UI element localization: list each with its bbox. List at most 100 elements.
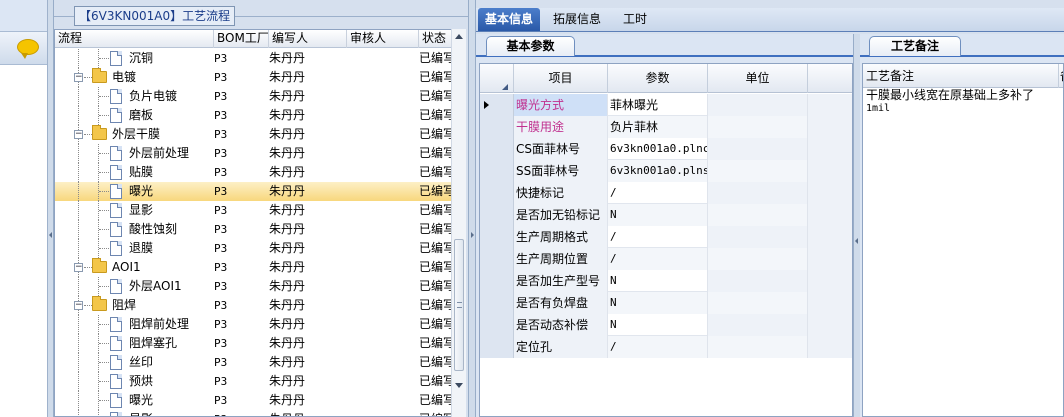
remarks-grid[interactable]: 工艺备注 备 干膜最小线宽在原基础上多补了 1mil (862, 63, 1064, 417)
params-col-value[interactable]: 参数 (608, 64, 708, 93)
row-header[interactable] (480, 314, 514, 336)
params-cell-unit[interactable] (708, 314, 808, 336)
params-row[interactable]: 快捷标记 / (480, 182, 852, 204)
tree-row[interactable]: 外层前处理 P3 朱丹丹 已编写 (55, 144, 465, 163)
params-cell-value[interactable]: / (608, 182, 708, 204)
tree-row[interactable]: − AOI1 P3 朱丹丹 已编写 (55, 258, 465, 277)
remarks-tab[interactable]: 工艺备注 (869, 36, 961, 56)
collapse-toggle-icon[interactable]: − (74, 301, 83, 310)
tree-col-bom[interactable]: BOM工厂 (214, 30, 269, 48)
row-header[interactable] (480, 94, 514, 116)
params-col-unit[interactable]: 单位 (708, 64, 808, 93)
tree-row[interactable]: 酸性蚀刻 P3 朱丹丹 已编写 (55, 220, 465, 239)
params-cell-unit[interactable] (708, 94, 808, 116)
tree-col-reviewer[interactable]: 审核人 (347, 30, 419, 48)
params-row[interactable]: 曝光方式 菲林曝光 (480, 94, 852, 116)
params-cell-value[interactable]: / (608, 336, 708, 358)
collapse-toggle-icon[interactable]: − (74, 130, 83, 139)
params-row[interactable]: 定位孔 / (480, 336, 852, 358)
params-cell-value[interactable]: 6v3kn001a0.plncs (608, 138, 708, 160)
remarks-note-cell[interactable]: 干膜最小线宽在原基础上多补了 1mil (866, 89, 1058, 115)
remarks-col-extra[interactable]: 备 (1060, 64, 1063, 88)
scroll-thumb[interactable] (454, 239, 464, 371)
params-cell-unit[interactable] (708, 292, 808, 314)
params-row[interactable]: 是否加生产型号 N (480, 270, 852, 292)
params-cell-unit[interactable] (708, 182, 808, 204)
tree-row[interactable]: 贴膜 P3 朱丹丹 已编写 (55, 163, 465, 182)
tree-row[interactable]: 曝光 P3 朱丹丹 已编写 (55, 391, 465, 410)
tree-row[interactable]: 负片电镀 P3 朱丹丹 已编写 (55, 87, 465, 106)
row-header[interactable] (480, 336, 514, 358)
params-cell-unit[interactable] (708, 204, 808, 226)
row-header[interactable] (480, 182, 514, 204)
tree-cell-writer: 朱丹丹 (269, 374, 306, 388)
params-row[interactable]: 是否加无铅标记 N (480, 204, 852, 226)
tree-guide-line (78, 277, 79, 296)
collapse-toggle-icon[interactable]: − (74, 263, 83, 272)
tree-row[interactable]: − 外层干膜 P3 朱丹丹 已编写 (55, 125, 465, 144)
process-tree[interactable]: 流程 BOM工厂 编写人 审核人 状态 沉铜 P3 朱丹丹 已编写 − 电镀 P3 朱丹丹 已编… (54, 29, 466, 417)
tree-col-flow[interactable]: 流程 (55, 30, 214, 48)
params-cell-value[interactable]: 6v3kn001a0.plnss (608, 160, 708, 182)
params-row[interactable]: 是否动态补偿 N (480, 314, 852, 336)
row-header[interactable] (480, 270, 514, 292)
params-cell-value[interactable]: N (608, 204, 708, 226)
row-header[interactable] (480, 138, 514, 160)
tree-row[interactable]: − 电镀 P3 朱丹丹 已编写 (55, 68, 465, 87)
tree-row[interactable]: 曝光 P3 朱丹丹 已编写 (55, 182, 465, 201)
remarks-col-note[interactable]: 工艺备注 (863, 64, 1059, 88)
params-cell-value[interactable]: N (608, 314, 708, 336)
row-header[interactable] (480, 204, 514, 226)
params-cell-value[interactable]: / (608, 248, 708, 270)
tree-row[interactable]: 外层AOI1 P3 朱丹丹 已编写 (55, 277, 465, 296)
tree-row[interactable]: 阻焊塞孔 P3 朱丹丹 已编写 (55, 334, 465, 353)
params-cell-unit[interactable] (708, 160, 808, 182)
params-cell-value[interactable]: 菲林曝光 (608, 94, 708, 116)
params-cell-unit[interactable] (708, 248, 808, 270)
params-row[interactable]: 生产周期格式 / (480, 226, 852, 248)
row-header[interactable] (480, 160, 514, 182)
tree-row[interactable]: 显影P3朱丹丹已编写 (55, 201, 465, 220)
tree-col-writer[interactable]: 编写人 (269, 30, 347, 48)
tree-row[interactable]: 沉铜 P3 朱丹丹 已编写 (55, 49, 465, 68)
params-grid[interactable]: 项目 参数 单位 曝光方式 菲林曝光 干膜用途 负片菲林 CS面菲林号 6v3kn001a… (479, 63, 853, 417)
params-row[interactable]: 生产周期位置 / (480, 248, 852, 270)
row-header[interactable] (480, 116, 514, 138)
tab-basic-info[interactable]: 基本信息 (478, 8, 541, 31)
tree-row[interactable]: 显影P3朱丹丹已编写 (55, 410, 465, 416)
tree-vertical-scrollbar[interactable] (451, 29, 466, 417)
tree-row[interactable]: 退膜 P3 朱丹丹 已编写 (55, 239, 465, 258)
params-cell-value[interactable]: / (608, 226, 708, 248)
tab-work-hours[interactable]: 工时 (616, 8, 654, 31)
tree-row[interactable]: 预烘 P3 朱丹丹 已编写 (55, 372, 465, 391)
basic-params-tab[interactable]: 基本参数 (486, 36, 575, 56)
tree-guide-line (99, 286, 109, 287)
params-cell-unit[interactable] (708, 226, 808, 248)
tree-cell-bom: P3 (214, 375, 228, 388)
params-cell-value[interactable]: 负片菲林 (608, 116, 708, 138)
params-cell-unit[interactable] (708, 116, 808, 138)
params-row[interactable]: CS面菲林号 6v3kn001a0.plncs (480, 138, 852, 160)
tree-row[interactable]: 磨板 P3 朱丹丹 已编写 (55, 106, 465, 125)
tree-row[interactable]: − 阻焊 P3 朱丹丹 已编写 (55, 296, 465, 315)
collapse-toggle-icon[interactable]: − (74, 73, 83, 82)
tree-row[interactable]: 丝印 P3 朱丹丹 已编写 (55, 353, 465, 372)
params-row[interactable]: SS面菲林号 6v3kn001a0.plnss (480, 160, 852, 182)
params-cell-value[interactable]: N (608, 270, 708, 292)
row-header[interactable] (480, 226, 514, 248)
scroll-down-icon[interactable] (455, 383, 463, 388)
params-cell-unit[interactable] (708, 138, 808, 160)
params-cell-unit[interactable] (708, 336, 808, 358)
params-cell-value[interactable]: N (608, 292, 708, 314)
tab-extended-info[interactable]: 拓展信息 (546, 8, 608, 31)
params-col-item[interactable]: 项目 (514, 64, 608, 93)
chat-bubble-icon[interactable] (17, 39, 39, 59)
scroll-up-icon[interactable] (455, 34, 463, 39)
params-row[interactable]: 干膜用途 负片菲林 (480, 116, 852, 138)
row-header[interactable] (480, 292, 514, 314)
middle-splitter[interactable] (468, 0, 476, 417)
row-header[interactable] (480, 248, 514, 270)
params-row[interactable]: 是否有负焊盘 N (480, 292, 852, 314)
params-cell-unit[interactable] (708, 270, 808, 292)
tree-row[interactable]: 阻焊前处理 P3 朱丹丹 已编写 (55, 315, 465, 334)
